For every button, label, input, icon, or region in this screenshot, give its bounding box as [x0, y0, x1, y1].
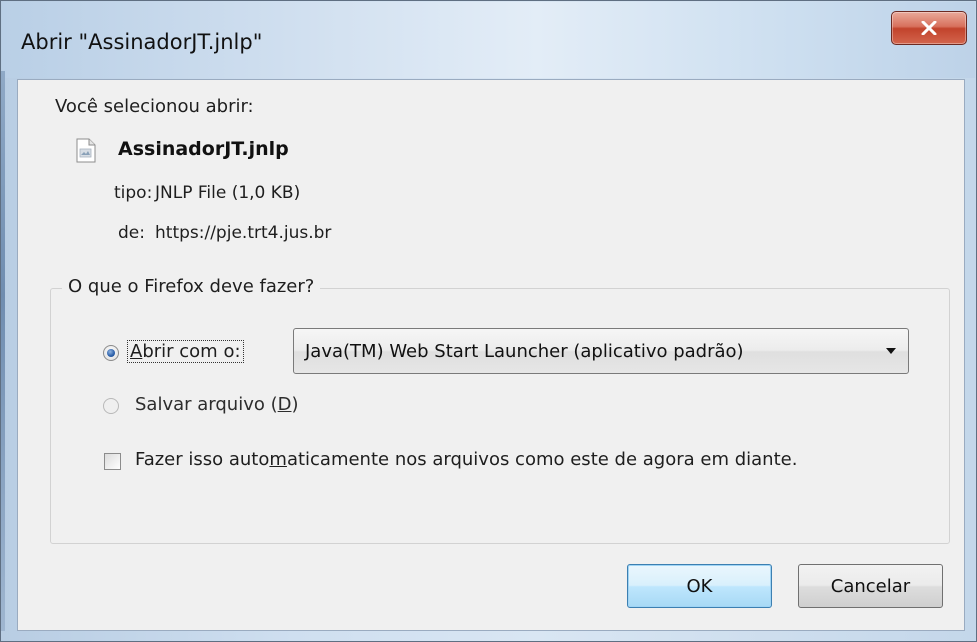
- file-type-value: JNLP File (1,0 KB): [155, 183, 301, 203]
- title-bar[interactable]: Abrir "AssinadorJT.jnlp": [2, 2, 975, 78]
- close-icon: [921, 21, 937, 35]
- file-source-label: de:: [118, 223, 145, 243]
- file-type-label: tipo:: [114, 183, 153, 203]
- save-file-prefix: Salvar arquivo (: [135, 394, 278, 415]
- application-select-value: Java(TM) Web Start Launcher (aplicativo …: [305, 341, 744, 362]
- save-file-suffix: ): [291, 394, 299, 415]
- open-with-text: brir com o:: [142, 341, 241, 362]
- auto-action-suffix: aticamente nos arquivos como este de ago…: [286, 449, 798, 470]
- auto-action-checkbox[interactable]: [104, 453, 121, 470]
- open-with-radio[interactable]: [103, 345, 119, 361]
- file-source-value: https://pje.trt4.jus.br: [155, 223, 332, 243]
- chevron-down-icon: [886, 348, 896, 354]
- open-with-accel: A: [130, 341, 143, 362]
- window-frame-edge: [1, 71, 5, 631]
- window-title: Abrir "AssinadorJT.jnlp": [21, 30, 263, 54]
- save-file-radio[interactable]: [103, 398, 119, 414]
- auto-action-label[interactable]: Fazer isso automaticamente nos arquivos …: [135, 449, 797, 470]
- cancel-button[interactable]: Cancelar: [798, 564, 943, 608]
- dialog-content: Você selecionou abrir: AssinadorJT.jnlp …: [17, 79, 965, 631]
- save-file-accel: D: [277, 394, 292, 415]
- action-group: [50, 288, 950, 544]
- action-group-legend: O que o Firefox deve fazer?: [62, 276, 321, 297]
- file-name: AssinadorJT.jnlp: [118, 138, 289, 160]
- ok-button[interactable]: OK: [627, 564, 772, 608]
- close-button[interactable]: [891, 11, 967, 45]
- file-icon: [76, 138, 96, 163]
- dialog-window: Abrir "AssinadorJT.jnlp" Você selecionou…: [0, 0, 977, 642]
- save-file-label[interactable]: Salvar arquivo (D): [135, 394, 299, 415]
- auto-action-prefix: Fazer isso auto: [135, 449, 270, 470]
- intro-text: Você selecionou abrir:: [55, 96, 254, 117]
- application-select[interactable]: Java(TM) Web Start Launcher (aplicativo …: [293, 328, 909, 374]
- auto-action-accel: m: [269, 449, 287, 470]
- open-with-label[interactable]: Abrir com o:: [127, 340, 244, 363]
